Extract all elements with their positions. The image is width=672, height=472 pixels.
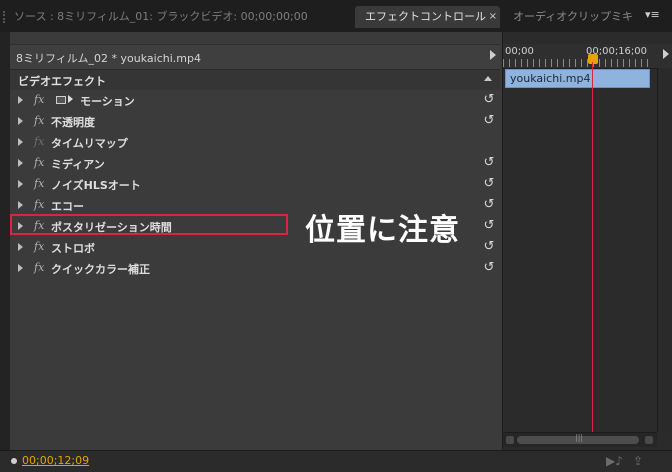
playhead-line[interactable] [592, 62, 593, 442]
expand-triangle-icon[interactable] [18, 180, 23, 188]
video-effects-header[interactable]: ビデオエフェクト [10, 70, 500, 90]
ruler-ticks [503, 59, 653, 67]
close-icon[interactable]: × [489, 6, 497, 28]
reset-icon[interactable]: ↺ [482, 156, 496, 170]
scroll-left-button[interactable] [506, 436, 514, 444]
video-effects-title: ビデオエフェクト [18, 75, 106, 88]
ruler-arrow-icon[interactable] [663, 49, 669, 59]
effect-label: クイックカラー補正 [51, 263, 150, 276]
fx-toggle-icon[interactable]: fx [34, 114, 44, 127]
fx-toggle-icon[interactable]: fx [34, 93, 44, 106]
play-audio-icon[interactable]: ▶♪ [606, 454, 623, 468]
panel-menu-icon[interactable]: ▾≡ [645, 8, 669, 26]
panel-grip-handle[interactable] [3, 11, 13, 23]
effect-row-quick-color-correction[interactable]: fx クイックカラー補正 ↺ [10, 258, 500, 279]
effect-row-motion[interactable]: fx モーション ↺ [10, 90, 500, 111]
current-timecode[interactable]: 00;00;12;09 [22, 454, 89, 467]
export-icon[interactable]: ⇪ [630, 454, 646, 468]
tab-audio-clip-mixer[interactable]: オーディオクリップミキ [505, 6, 637, 28]
effect-row-opacity[interactable]: fx 不透明度 ↺ [10, 111, 500, 132]
show-timeline-arrow-icon[interactable] [490, 50, 496, 60]
fx-toggle-icon[interactable]: fx [34, 156, 44, 169]
effect-label: ノイズHLSオート [51, 179, 141, 192]
effect-label: タイムリマップ [51, 137, 128, 150]
reset-icon[interactable]: ↺ [482, 93, 496, 107]
effect-row-median[interactable]: fx ミディアン ↺ [10, 153, 500, 174]
effect-row-time-remap[interactable]: fx タイムリマップ [10, 132, 500, 153]
reset-icon[interactable]: ↺ [482, 219, 496, 233]
panel-footer: 00;00;12;09 ▶♪ ⇪ [0, 450, 672, 472]
current-time-indicator-icon[interactable] [588, 54, 598, 64]
reset-icon[interactable]: ↺ [482, 240, 496, 254]
expand-triangle-icon[interactable] [18, 138, 23, 146]
panel-tab-bar: ソース : 8ミリフィルム_01: ブラックビデオ: 00;00;00;00 エ… [0, 0, 672, 32]
reset-icon[interactable]: ↺ [482, 198, 496, 212]
clip-name-bar: 8ミリフィルム_02 * youkaichi.mp4 [10, 44, 500, 70]
effect-label: モーション [80, 95, 135, 108]
cursor-pointer-icon [68, 95, 73, 103]
expand-triangle-icon[interactable] [18, 117, 23, 125]
fx-toggle-icon: fx [34, 135, 45, 148]
horizontal-scrollbar[interactable]: ||| [503, 432, 657, 447]
vertical-scrollbar[interactable] [657, 68, 672, 432]
tab-effect-controls-label: エフェクトコントロール [365, 10, 486, 23]
reset-icon[interactable]: ↺ [482, 261, 496, 275]
expand-triangle-icon[interactable] [18, 264, 23, 272]
tab-source-monitor[interactable]: ソース : 8ミリフィルム_01: ブラックビデオ: 00;00;00;00 [14, 6, 344, 28]
timeline-clip[interactable]: youkaichi.mp4 [505, 69, 650, 88]
timecode-indicator-icon [11, 458, 17, 464]
expand-triangle-icon[interactable] [18, 159, 23, 167]
tab-effect-controls[interactable]: エフェクトコントロール × [355, 6, 500, 28]
fx-toggle-icon[interactable]: fx [34, 177, 44, 190]
reset-icon[interactable]: ↺ [482, 177, 496, 191]
fx-toggle-icon[interactable]: fx [34, 261, 44, 274]
clip-name: 8ミリフィルム_02 * youkaichi.mp4 [16, 52, 202, 65]
expand-triangle-icon[interactable] [18, 201, 23, 209]
expand-triangle-icon[interactable] [18, 96, 23, 104]
scroll-grip: ||| [575, 433, 584, 442]
effect-label: 不透明度 [51, 116, 95, 129]
effect-timeline-pane: 00;00 00;00;16;00 youkaichi.mp4 ||| [502, 32, 672, 450]
ruler-start-timecode: 00;00 [505, 46, 534, 57]
effect-label: ミディアン [51, 158, 105, 171]
fx-toggle-icon[interactable]: fx [34, 198, 44, 211]
scroll-right-button[interactable] [645, 436, 653, 444]
annotation-text: 位置に注意 [305, 213, 460, 248]
reset-icon[interactable]: ↺ [482, 114, 496, 128]
effect-row-noise-hls-auto[interactable]: fx ノイズHLSオート ↺ [10, 174, 500, 195]
expand-triangle-icon[interactable] [18, 243, 23, 251]
highlight-box [10, 214, 288, 235]
collapse-up-icon[interactable] [484, 76, 492, 81]
effect-label: エコー [51, 200, 84, 213]
motion-transform-icon[interactable] [56, 96, 66, 104]
fx-toggle-icon[interactable]: fx [34, 240, 44, 253]
effect-label: ストロボ [51, 242, 95, 255]
